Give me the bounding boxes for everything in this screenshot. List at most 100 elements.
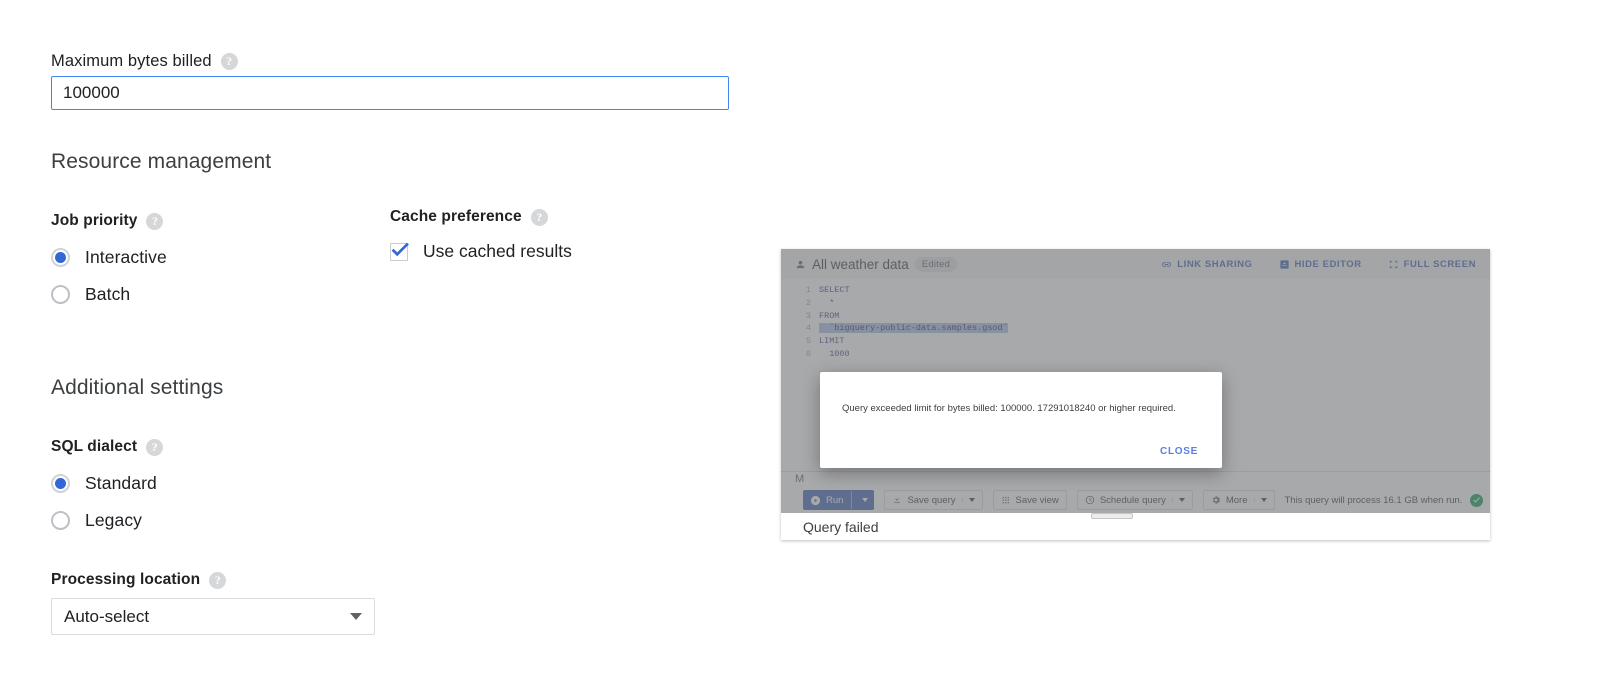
code-line: 2 * xyxy=(781,297,1490,310)
processing-location-value: Auto-select xyxy=(64,607,350,627)
save-query-dropdown-toggle[interactable] xyxy=(962,498,975,502)
chevron-down-icon xyxy=(1261,498,1267,502)
processing-location-label: Processing location xyxy=(51,571,200,589)
edited-chip: Edited xyxy=(915,257,957,272)
save-query-icon xyxy=(892,495,902,505)
help-icon[interactable]: ? xyxy=(531,209,548,226)
line-number: 2 xyxy=(781,298,819,308)
radio-label-interactive: Interactive xyxy=(85,247,167,268)
chevron-down-icon xyxy=(969,498,975,502)
radio-option-interactive[interactable]: Interactive xyxy=(51,247,167,268)
query-status-text: Query failed xyxy=(803,519,878,535)
line-number: 4 xyxy=(781,323,819,333)
save-query-label: Save query xyxy=(907,495,955,506)
save-view-button[interactable]: Save view xyxy=(993,490,1067,510)
processing-location-label-row: Processing location ? xyxy=(51,571,226,589)
error-dialog: Query exceeded limit for bytes billed: 1… xyxy=(820,372,1222,468)
code-line: 3 FROM xyxy=(781,309,1490,322)
full-screen-button[interactable]: FULL SCREEN xyxy=(1388,259,1476,270)
code-text: SELECT xyxy=(819,285,850,295)
save-view-label: Save view xyxy=(1016,495,1059,506)
radio-label-batch: Batch xyxy=(85,284,130,305)
link-sharing-button[interactable]: LINK SHARING xyxy=(1161,259,1252,270)
max-bytes-billed-label-row: Maximum bytes billed ? xyxy=(51,52,238,71)
more-dropdown-toggle[interactable] xyxy=(1254,498,1267,502)
gear-icon xyxy=(1211,495,1221,505)
run-button-main[interactable]: Run xyxy=(804,491,852,509)
editor-title: All weather data xyxy=(812,257,909,272)
chevron-down-icon xyxy=(1179,498,1185,502)
line-number: 6 xyxy=(781,349,819,359)
query-settings-form: Maximum bytes billed ? Resource manageme… xyxy=(0,0,780,685)
hide-editor-icon xyxy=(1279,259,1290,270)
hide-editor-button[interactable]: HIDE EDITOR xyxy=(1279,259,1362,270)
code-line: 4 `bigquery-public-data.samples.gsod` xyxy=(781,322,1490,335)
resource-management-title: Resource management xyxy=(51,150,271,174)
line-number: 5 xyxy=(781,336,819,346)
cache-preference-label: Cache preference xyxy=(390,208,522,226)
more-button[interactable]: More xyxy=(1203,490,1275,510)
results-tabs-label: M xyxy=(795,473,804,485)
help-icon[interactable]: ? xyxy=(146,213,163,230)
help-icon[interactable]: ? xyxy=(146,439,163,456)
checkbox-label-use-cached-results: Use cached results xyxy=(423,241,572,262)
hide-editor-label: HIDE EDITOR xyxy=(1295,259,1362,270)
job-priority-label: Job priority xyxy=(51,212,137,230)
checkbox-icon-checked[interactable] xyxy=(390,243,408,261)
panel-resize-handle[interactable] xyxy=(1091,513,1133,519)
code-text: FROM xyxy=(819,311,839,321)
person-icon xyxy=(795,259,806,270)
full-screen-icon xyxy=(1388,259,1399,270)
link-icon xyxy=(1161,259,1172,270)
editor-divider xyxy=(781,471,1490,472)
run-dropdown-toggle[interactable] xyxy=(857,491,873,509)
line-number: 1 xyxy=(781,285,819,295)
schedule-query-label: Schedule query xyxy=(1100,495,1166,506)
schedule-query-dropdown-toggle[interactable] xyxy=(1172,498,1185,502)
sql-dialect-label: SQL dialect xyxy=(51,438,137,456)
editor-toolbar: Run Save query Save view xyxy=(781,487,1490,513)
line-number: 3 xyxy=(781,311,819,321)
save-view-icon xyxy=(1001,495,1011,505)
radio-option-batch[interactable]: Batch xyxy=(51,284,130,305)
code-text: 1000 xyxy=(819,349,850,359)
help-icon[interactable]: ? xyxy=(221,53,238,70)
cache-preference-label-row: Cache preference ? xyxy=(390,208,548,226)
processing-location-select[interactable]: Auto-select xyxy=(51,598,375,635)
radio-icon-legacy[interactable] xyxy=(51,511,70,530)
code-line: 1 SELECT xyxy=(781,284,1490,297)
code-line: 5 LIMIT xyxy=(781,335,1490,348)
sql-dialect-label-row: SQL dialect ? xyxy=(51,438,163,456)
run-button[interactable]: Run xyxy=(803,490,874,510)
clock-icon xyxy=(1085,495,1095,505)
radio-icon-standard[interactable] xyxy=(51,474,70,493)
check-circle-icon xyxy=(1470,494,1483,507)
editor-title-group: All weather data Edited xyxy=(795,257,957,272)
query-status-bar: Query failed xyxy=(781,513,1490,540)
chevron-down-icon xyxy=(350,613,362,620)
radio-label-legacy: Legacy xyxy=(85,510,142,531)
radio-option-standard[interactable]: Standard xyxy=(51,473,157,494)
play-icon xyxy=(810,495,821,506)
more-label: More xyxy=(1226,495,1248,506)
run-button-label: Run xyxy=(826,495,843,506)
additional-settings-title: Additional settings xyxy=(51,376,223,400)
radio-label-standard: Standard xyxy=(85,473,157,494)
code-text: * xyxy=(819,298,834,308)
radio-icon-batch[interactable] xyxy=(51,285,70,304)
editor-header-actions: LINK SHARING HIDE EDITOR FULL SCREEN xyxy=(1161,259,1476,270)
save-query-button[interactable]: Save query xyxy=(884,490,982,510)
max-bytes-billed-input[interactable] xyxy=(51,76,729,110)
checkbox-use-cached-results[interactable]: Use cached results xyxy=(390,241,572,262)
code-text: `bigquery-public-data.samples.gsod` xyxy=(819,323,1008,333)
schedule-query-button[interactable]: Schedule query xyxy=(1077,490,1193,510)
query-cost-label: This query will process 16.1 GB when run… xyxy=(1285,495,1463,506)
help-icon[interactable]: ? xyxy=(209,572,226,589)
code-selection: `bigquery-public-data.samples.gsod` xyxy=(819,323,1008,333)
radio-option-legacy[interactable]: Legacy xyxy=(51,510,142,531)
full-screen-label: FULL SCREEN xyxy=(1404,259,1476,270)
radio-icon-interactive[interactable] xyxy=(51,248,70,267)
max-bytes-billed-label: Maximum bytes billed xyxy=(51,52,212,71)
dialog-close-button[interactable]: CLOSE xyxy=(1160,446,1198,457)
code-line: 6 1000 xyxy=(781,347,1490,360)
